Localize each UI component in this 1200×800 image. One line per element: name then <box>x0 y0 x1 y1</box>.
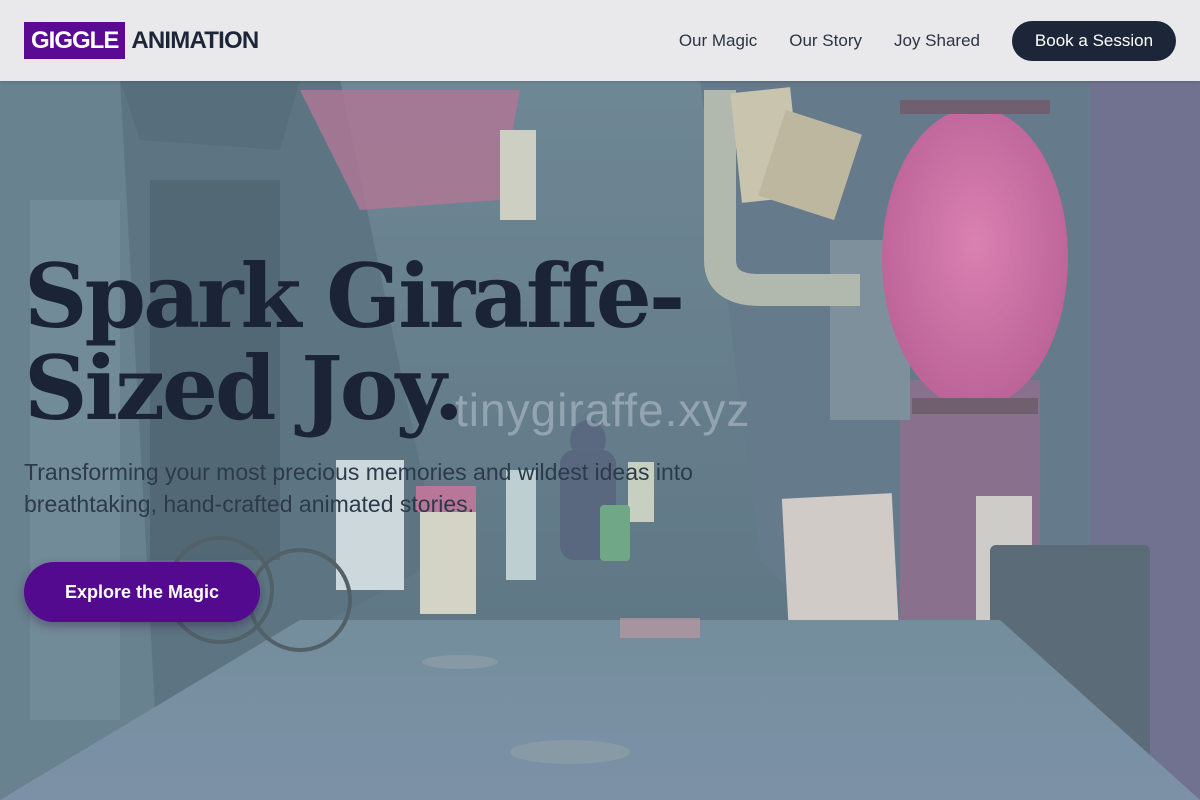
book-session-button[interactable]: Book a Session <box>1012 20 1176 61</box>
logo-wordmark: ANIMATION <box>131 26 259 54</box>
hero-headline-line-2: Sized Joy. <box>24 336 464 440</box>
explore-magic-button[interactable]: Explore the Magic <box>24 562 260 622</box>
site-header: GIGGLE ANIMATION Our Magic Our Story Joy… <box>0 0 1200 81</box>
nav-link-our-story[interactable]: Our Story <box>789 31 862 51</box>
logo-mark: GIGGLE <box>24 22 126 59</box>
main-nav: Our Magic Our Story Joy Shared Book a Se… <box>679 20 1176 61</box>
hero-headline-line-1: Spark Giraffe- <box>24 244 685 348</box>
hero-subtext: Transforming your most precious memories… <box>24 459 693 517</box>
hero-headline: Spark Giraffe- Sized Joy. <box>24 250 924 434</box>
nav-link-our-magic[interactable]: Our Magic <box>679 31 757 51</box>
brand-logo[interactable]: GIGGLE ANIMATION <box>24 22 259 59</box>
nav-link-joy-shared[interactable]: Joy Shared <box>894 31 980 51</box>
hero-section: Spark Giraffe- Sized Joy. Transforming y… <box>24 250 924 622</box>
